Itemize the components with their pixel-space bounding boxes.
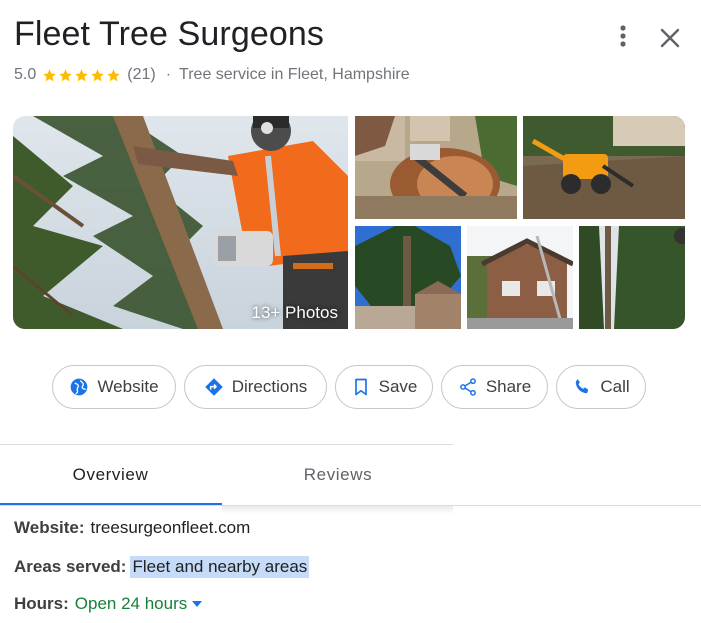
areas-served-row: Areas served: Fleet and nearby areas <box>14 556 310 578</box>
hours-row: Hours: Open 24 hours <box>14 594 203 614</box>
main-photo[interactable]: 13+ Photos <box>13 116 348 329</box>
star-rating <box>42 68 121 83</box>
website-label: Website: <box>14 518 85 537</box>
star-icon <box>59 68 72 81</box>
log-cutting-photo <box>355 116 517 219</box>
place-category: Tree service in Fleet, Hampshire <box>179 66 410 83</box>
hours-value[interactable]: Open 24 hours <box>75 594 187 614</box>
website-button[interactable]: Website <box>52 365 176 409</box>
chevron-down-icon[interactable] <box>192 601 203 607</box>
rating-value: 5.0 <box>14 66 37 83</box>
separator-dot: · <box>165 66 172 83</box>
bookmark-icon <box>354 378 367 396</box>
close-icon[interactable] <box>656 24 684 52</box>
tab-reviews[interactable]: Reviews <box>223 446 453 504</box>
conifer-photo <box>579 226 685 329</box>
tree-surgeon-photo <box>13 116 348 329</box>
directions-icon <box>204 378 223 396</box>
house-tree-photo <box>467 226 573 329</box>
photo-count-label[interactable]: 13+ Photos <box>252 303 339 323</box>
share-button-label: Share <box>485 377 532 396</box>
tab-overview[interactable]: Overview <box>0 446 221 504</box>
save-button[interactable]: Save <box>335 365 433 409</box>
directions-button-label: Directions <box>231 377 308 396</box>
photo-thumbnail[interactable] <box>523 116 685 219</box>
star-icon <box>91 68 104 81</box>
areas-served-value: Fleet and nearby areas <box>130 556 310 578</box>
photo-thumbnail[interactable] <box>579 226 685 329</box>
website-link[interactable]: treesurgeonfleet.com <box>91 518 251 538</box>
star-icon <box>107 68 120 81</box>
stump-grinder-photo <box>523 116 685 219</box>
areas-served-label: Areas served: <box>14 557 127 576</box>
call-button-label: Call <box>600 377 630 396</box>
photo-thumbnail[interactable] <box>355 226 461 329</box>
globe-icon <box>71 378 88 396</box>
more-vert-icon[interactable] <box>610 22 636 50</box>
tall-tree-photo <box>355 226 461 329</box>
rating-row: 5.0 (21) · Tree service in Fleet, Hampsh… <box>14 63 410 87</box>
directions-button[interactable]: Directions <box>184 365 327 409</box>
star-icon <box>43 68 56 81</box>
photo-thumbnail[interactable] <box>467 226 573 329</box>
share-icon <box>459 378 476 396</box>
phone-icon <box>576 379 589 394</box>
share-button[interactable]: Share <box>441 365 548 409</box>
divider <box>0 444 453 445</box>
review-count-link[interactable]: (21) <box>127 66 155 84</box>
save-button-label: Save <box>378 377 418 396</box>
website-button-label: Website <box>97 377 159 396</box>
call-button[interactable]: Call <box>556 365 646 409</box>
hours-label: Hours: <box>14 594 69 613</box>
star-icon <box>75 68 88 81</box>
tab-shadow <box>222 506 453 514</box>
place-title: Fleet Tree Surgeons <box>14 15 324 53</box>
website-row: Website: treesurgeonfleet.com <box>14 518 250 538</box>
photo-thumbnail[interactable] <box>355 116 517 219</box>
